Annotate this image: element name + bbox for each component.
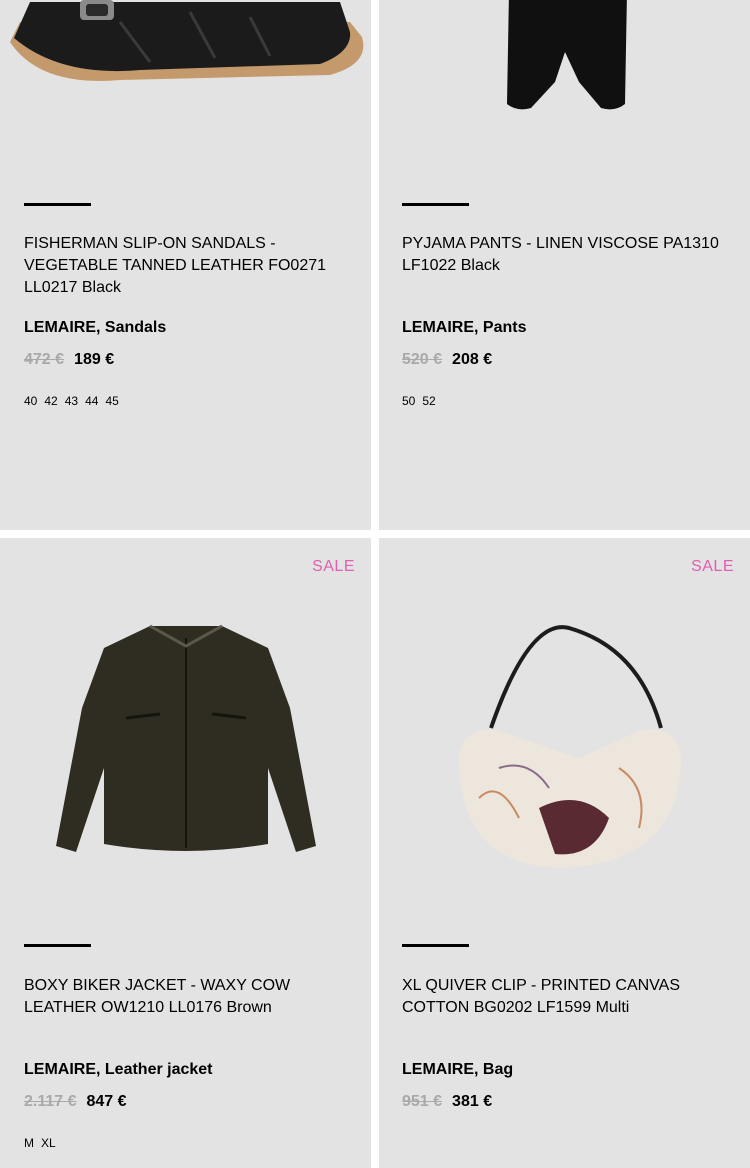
price-row: 472 € 189 € bbox=[24, 351, 114, 369]
product-brand: LEMAIRE, Leather jacket bbox=[24, 1061, 213, 1078]
size-list: 40 42 43 44 45 bbox=[24, 394, 119, 408]
product-image-bag[interactable] bbox=[379, 618, 750, 878]
product-card-sandals[interactable]: FISHERMAN SLIP-ON SANDALS - VEGETABLE TA… bbox=[0, 0, 371, 530]
old-price: 520 € bbox=[402, 351, 443, 368]
product-title[interactable]: PYJAMA PANTS - LINEN VISCOSE PA1310 LF10… bbox=[402, 233, 732, 277]
size-option[interactable]: M bbox=[24, 1136, 34, 1150]
size-option[interactable]: 40 bbox=[24, 394, 37, 408]
sale-price: 208 € bbox=[452, 351, 493, 368]
divider bbox=[402, 944, 469, 947]
sale-price: 189 € bbox=[74, 351, 115, 368]
product-brand: LEMAIRE, Pants bbox=[402, 319, 527, 336]
sale-price: 381 € bbox=[452, 1093, 493, 1110]
divider bbox=[24, 944, 91, 947]
size-list: 50 52 bbox=[402, 394, 436, 408]
product-brand: LEMAIRE, Sandals bbox=[24, 319, 167, 336]
sale-badge: SALE bbox=[312, 558, 355, 575]
price-row: 951 € 381 € bbox=[402, 1093, 492, 1111]
product-grid: FISHERMAN SLIP-ON SANDALS - VEGETABLE TA… bbox=[0, 0, 750, 1168]
size-option[interactable]: XL bbox=[41, 1136, 56, 1150]
product-title[interactable]: XL QUIVER CLIP - PRINTED CANVAS COTTON B… bbox=[402, 975, 732, 1019]
size-option[interactable]: 44 bbox=[85, 394, 98, 408]
size-list: M XL bbox=[24, 1136, 56, 1150]
product-brand: LEMAIRE, Bag bbox=[402, 1061, 514, 1078]
product-card-pants[interactable]: PYJAMA PANTS - LINEN VISCOSE PA1310 LF10… bbox=[379, 0, 750, 530]
old-price: 472 € bbox=[24, 351, 65, 368]
product-image-jacket[interactable] bbox=[0, 618, 371, 868]
product-image-sandals[interactable] bbox=[0, 0, 371, 192]
product-title[interactable]: BOXY BIKER JACKET - WAXY COW LEATHER OW1… bbox=[24, 975, 347, 1019]
divider bbox=[24, 203, 91, 206]
price-row: 2.117 € 847 € bbox=[24, 1093, 127, 1111]
size-option[interactable]: 42 bbox=[44, 394, 57, 408]
jacket-image bbox=[56, 624, 316, 852]
product-title[interactable]: FISHERMAN SLIP-ON SANDALS - VEGETABLE TA… bbox=[24, 233, 347, 299]
sale-badge: SALE bbox=[691, 558, 734, 575]
old-price: 2.117 € bbox=[24, 1093, 77, 1110]
price-row: 520 € 208 € bbox=[402, 351, 492, 369]
size-option[interactable]: 45 bbox=[105, 394, 118, 408]
product-image-pants[interactable] bbox=[379, 0, 750, 192]
product-card-jacket[interactable]: SALE BOXY BIKER JACKET - WAXY COW LEATHE… bbox=[0, 538, 371, 1168]
old-price: 951 € bbox=[402, 1093, 443, 1110]
divider bbox=[402, 203, 469, 206]
size-option[interactable]: 50 bbox=[402, 394, 415, 408]
sale-price: 847 € bbox=[86, 1093, 127, 1110]
pants-image bbox=[507, 0, 627, 110]
sandal-image bbox=[10, 0, 364, 81]
size-option[interactable]: 52 bbox=[422, 394, 435, 408]
size-option[interactable]: 43 bbox=[65, 394, 78, 408]
product-card-bag[interactable]: SALE XL QUIVER CLIP - PRINTED CANVAS COT… bbox=[379, 538, 750, 1168]
bag-image bbox=[459, 625, 682, 868]
